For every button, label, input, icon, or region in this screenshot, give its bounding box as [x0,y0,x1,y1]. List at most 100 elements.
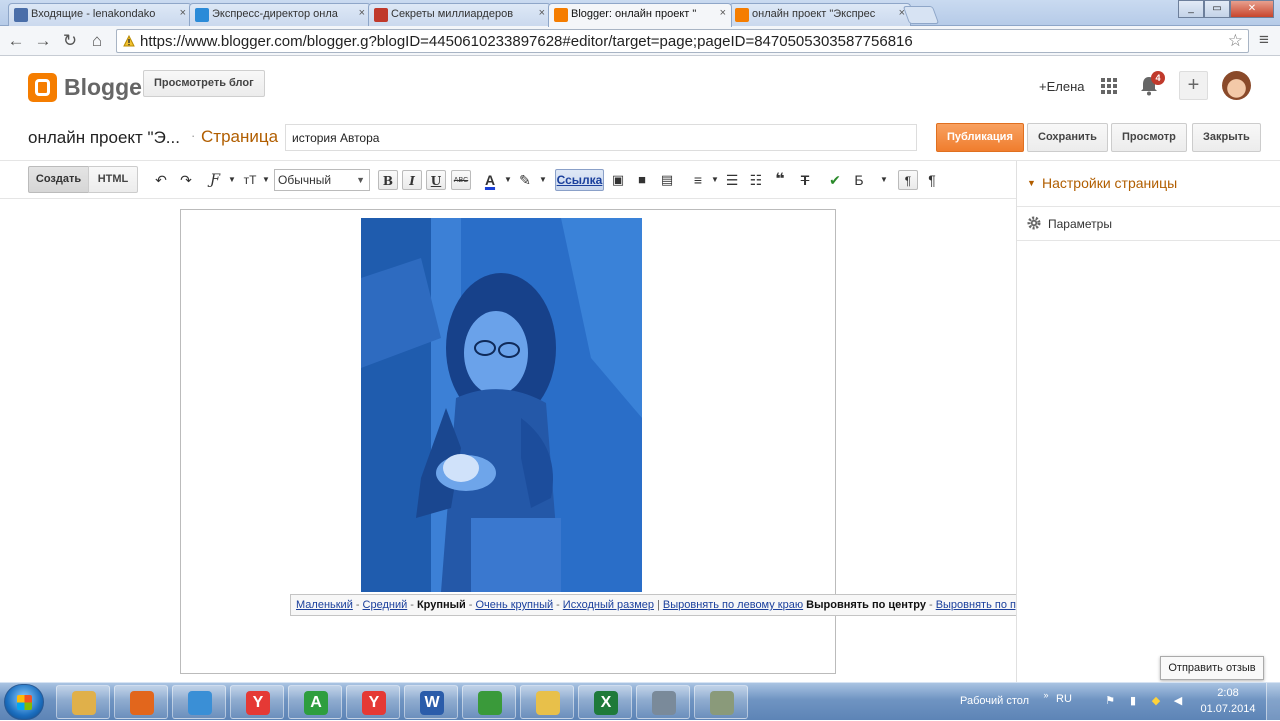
browser-tab[interactable]: Секреты миллиардеров × [368,3,551,26]
taskbar-app-button[interactable]: X [578,685,632,719]
strikethrough-button[interactable]: ABC [451,170,471,190]
taskbar-app-button[interactable] [56,685,110,719]
preview-button[interactable]: Просмотр [1111,123,1187,152]
sidebar-item-options[interactable]: Параметры [1017,207,1280,241]
page-title-input[interactable] [285,124,917,151]
text-color-icon[interactable]: A [482,170,498,190]
start-button[interactable] [4,684,44,720]
toolbar-expand-icon[interactable]: » [1040,689,1052,701]
font-size-icon[interactable]: тT [242,170,258,190]
new-tab-button[interactable] [902,6,940,24]
taskbar-app-button[interactable] [520,685,574,719]
italic-button[interactable]: I [402,170,422,190]
address-bar[interactable]: https://www.blogger.com/blogger.g?blogID… [116,29,1249,53]
publish-button[interactable]: Публикация [936,123,1024,152]
font-family-icon[interactable]: Ƒ [207,170,223,190]
image-option-link[interactable]: Средний [363,599,408,611]
maximize-button[interactable]: ▭ [1204,0,1230,18]
reload-icon[interactable]: ↻ [60,31,80,51]
avatar[interactable] [1222,71,1251,100]
blogger-logo-icon[interactable] [28,73,57,102]
taskbar-app-button[interactable] [172,685,226,719]
numbered-list-icon[interactable]: ☰ [724,170,740,190]
transliteration-caret-icon[interactable]: ▼ [876,170,892,190]
blogger-logo-text[interactable]: Blogger [64,74,151,101]
taskbar-app-button[interactable]: W [404,685,458,719]
apps-grid-icon[interactable] [1101,78,1117,94]
insert-video-icon[interactable]: ■ [634,170,650,190]
rtl-direction-icon[interactable]: ¶ [924,170,940,190]
tab-close-icon[interactable]: × [180,7,186,19]
ltr-direction-icon[interactable]: ¶ [898,170,918,190]
transliteration-icon[interactable]: Б [851,170,867,190]
browser-tab[interactable]: Экспресс-директор онла × [189,3,371,26]
power-icon[interactable]: ▮ [1127,695,1139,707]
browser-tab[interactable]: онлайн проект "Экспрес × [729,3,911,26]
image-option-link[interactable]: Исходный размер [563,599,654,611]
quote-icon[interactable]: ❝ [772,170,788,190]
volume-icon[interactable]: ◀ [1172,695,1184,707]
home-icon[interactable]: ⌂ [87,31,107,51]
window-close-button[interactable]: ✕ [1230,0,1274,18]
close-editor-button[interactable]: Закрыть [1192,123,1261,152]
text-color-caret-icon[interactable]: ▼ [500,170,516,190]
tab-close-icon[interactable]: × [539,7,545,19]
bookmark-star-icon[interactable]: ☆ [1228,31,1243,51]
highlight-color-icon[interactable]: ✎ [517,170,533,190]
jump-break-icon[interactable]: ▤ [659,170,675,190]
show-desktop-button[interactable] [1266,683,1280,721]
clear-formatting-icon[interactable]: T [797,170,813,190]
taskbar-app-button[interactable]: Y [346,685,400,719]
font-family-caret-icon[interactable]: ▼ [224,170,240,190]
browser-tab[interactable]: Входящие - lenakondako × [8,3,192,26]
clock-time[interactable]: 2:08 [1208,687,1248,699]
link-button[interactable]: Ссылка [555,169,604,191]
image-option-link[interactable]: Очень крупный [475,599,553,611]
insert-image-icon[interactable]: ▣ [610,170,626,190]
language-indicator[interactable]: RU [1056,693,1072,705]
clock-date[interactable]: 01.07.2014 [1200,703,1256,715]
html-mode-tab[interactable]: HTML [88,166,138,193]
taskbar-app-button[interactable] [636,685,690,719]
network-icon[interactable]: ◆ [1150,695,1162,707]
browser-tab[interactable]: Blogger: онлайн проект " × [548,3,732,27]
url-text[interactable]: https://www.blogger.com/blogger.g?blogID… [140,33,913,50]
spellcheck-icon[interactable]: ✔ [827,170,843,190]
share-plus-button[interactable]: + [1179,71,1208,100]
action-center-flag-icon[interactable]: ⚑ [1104,695,1116,707]
save-button[interactable]: Сохранить [1027,123,1108,152]
align-icon[interactable]: ≡ [690,170,706,190]
bold-button[interactable]: B [378,170,398,190]
image-option-link[interactable]: Маленький [296,599,353,611]
align-caret-icon[interactable]: ▼ [707,170,723,190]
desktop-toolbar-label[interactable]: Рабочий стол [960,695,1029,707]
minimize-button[interactable]: _ [1178,0,1204,18]
forward-icon[interactable]: → [33,31,53,51]
sidebar-title[interactable]: Настройки страницы [1042,175,1177,191]
underline-button[interactable]: U [426,170,446,190]
send-feedback-button[interactable]: Отправить отзыв [1160,656,1264,680]
undo-icon[interactable]: ↶ [153,170,169,190]
image-option-link[interactable]: Выровнять по левому краю [663,599,803,611]
page-info-icon[interactable] [122,34,136,48]
taskbar-app-button[interactable]: Y [230,685,284,719]
taskbar-app-button[interactable] [114,685,168,719]
blog-name[interactable]: онлайн проект "Э... [28,128,180,148]
taskbar-app-button[interactable] [462,685,516,719]
user-profile-link[interactable]: +Елена [1039,79,1085,94]
back-icon[interactable]: ← [6,31,26,51]
highlight-caret-icon[interactable]: ▼ [535,170,551,190]
format-select[interactable]: Обычный ▼ [274,169,370,191]
tab-close-icon[interactable]: × [720,7,726,19]
redo-icon[interactable]: ↷ [178,170,194,190]
sidebar-header[interactable]: ▼ Настройки страницы [1017,161,1280,207]
font-size-caret-icon[interactable]: ▼ [258,170,274,190]
browser-menu-icon[interactable]: ≡ [1256,30,1272,50]
view-blog-button[interactable]: Просмотреть блог [143,70,265,97]
compose-mode-tab[interactable]: Создать [28,166,89,193]
taskbar-app-button[interactable] [694,685,748,719]
post-image[interactable] [361,218,642,592]
bulleted-list-icon[interactable]: ☷ [748,170,764,190]
taskbar-app-button[interactable]: A [288,685,342,719]
tab-close-icon[interactable]: × [359,7,365,19]
